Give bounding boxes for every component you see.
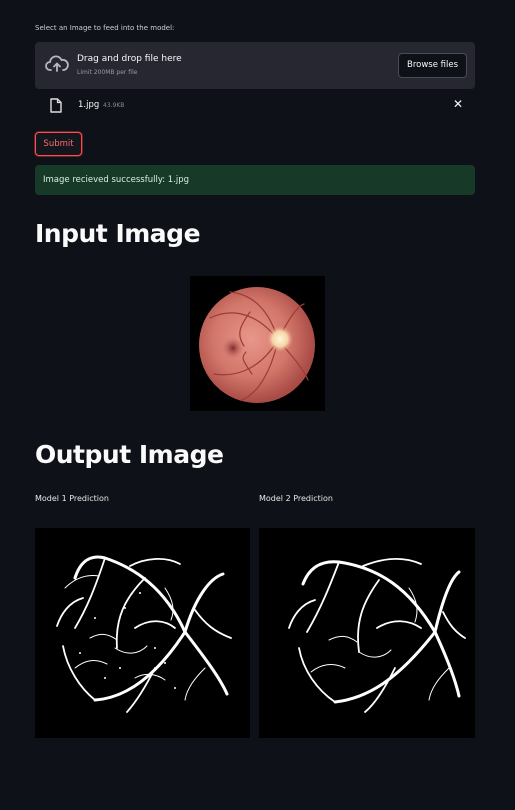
file-name: 1.jpg (78, 100, 100, 110)
dropzone-limit: Limit 200MB per file (77, 69, 138, 76)
model-1-prediction-image (35, 528, 250, 738)
dropzone-title: Drag and drop file here (77, 54, 182, 64)
uploaded-file-row: 1.jpg 43.9KB ✕ (35, 95, 475, 117)
uploader-label: Select an Image to feed into the model: (35, 24, 175, 32)
close-icon[interactable]: ✕ (453, 97, 463, 111)
success-alert: Image recieved successfully: 1.jpg (35, 165, 475, 195)
input-fundus-image (190, 276, 325, 411)
model-1-caption: Model 1 Prediction (35, 494, 109, 503)
success-message: Image recieved successfully: 1.jpg (43, 175, 190, 185)
file-dropzone[interactable]: Drag and drop file here Limit 200MB per … (35, 42, 475, 89)
cloud-upload-icon (45, 54, 69, 78)
input-image-heading: Input Image (35, 219, 201, 248)
output-image-heading: Output Image (35, 440, 224, 469)
browse-files-button[interactable]: Browse files (398, 53, 467, 78)
model-2-prediction-image (259, 528, 475, 738)
file-size: 43.9KB (103, 102, 125, 109)
submit-button[interactable]: Submit (35, 132, 82, 156)
model-2-caption: Model 2 Prediction (259, 494, 333, 503)
file-icon (50, 98, 62, 117)
